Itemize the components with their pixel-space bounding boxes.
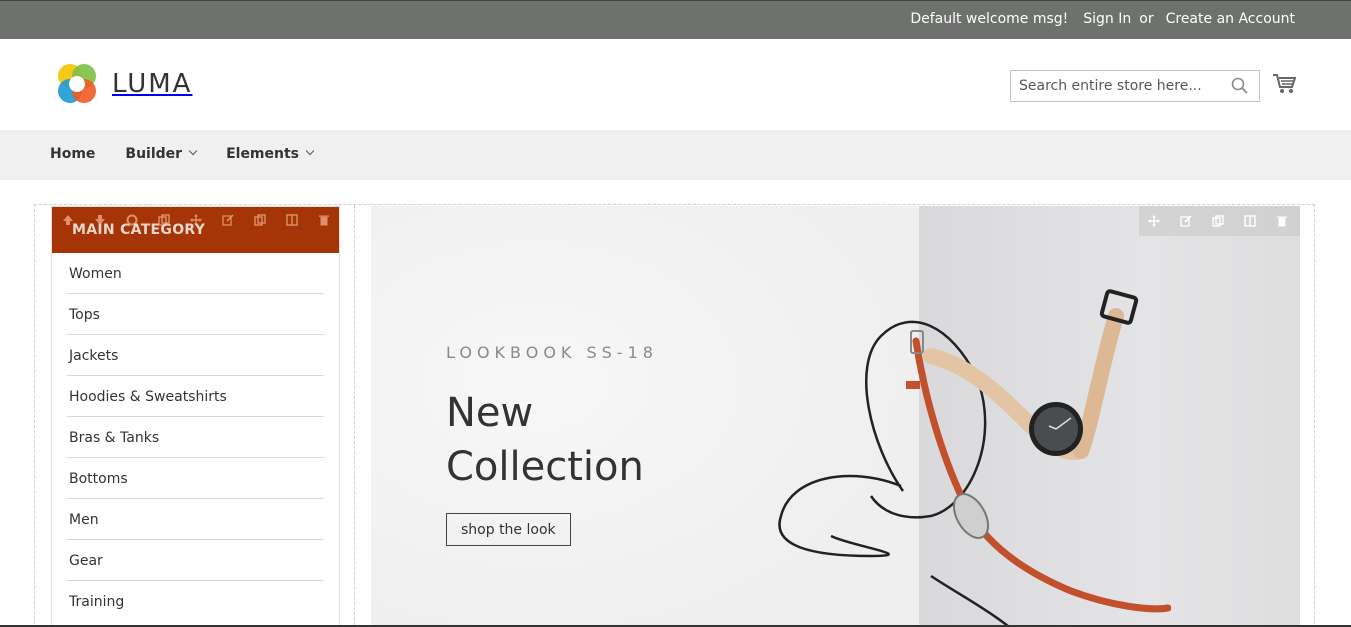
main-navigation: Home Builder Elements [0,130,1351,180]
search-icon[interactable] [1231,77,1249,99]
category-item-bras-tanks[interactable]: Bras & Tanks [67,417,324,458]
edit-icon[interactable] [217,211,239,229]
sidebar-title: MAIN CATEGORY [72,222,206,238]
columns-icon[interactable] [1239,212,1261,230]
category-sidebar: MAIN CATEGORY Women Tops Jackets Hoodies… [51,206,340,627]
category-item-tops[interactable]: Tops [67,294,324,335]
page-header: LUMA [0,39,1351,130]
shop-the-look-button[interactable]: shop the look [446,513,571,546]
category-item-gear[interactable]: Gear [67,540,324,581]
banner-kicker: LOOKBOOK SS-18 [446,343,658,362]
welcome-message: Default welcome msg! [910,11,1069,27]
nav-item-label: Elements [226,146,300,162]
copy-icon[interactable] [1207,212,1229,230]
copy-icon[interactable] [249,211,271,229]
category-item-jackets[interactable]: Jackets [67,335,324,376]
columns-icon[interactable] [281,211,303,229]
builder-column-left: MAIN CATEGORY Women Tops Jackets Hoodies… [35,205,355,627]
delete-icon[interactable] [1271,212,1293,230]
move-icon[interactable] [1143,212,1165,230]
chevron-down-icon [188,146,198,156]
hero-banner: LOOKBOOK SS-18 New Collection shop the l… [371,206,1300,627]
sign-in-link[interactable]: Sign In [1083,11,1131,27]
nav-item-elements[interactable]: Elements [226,146,315,162]
header-links: Default welcome msg! Sign In or Create a… [910,11,1295,27]
category-list: Women Tops Jackets Hoodies & Sweatshirts… [52,253,339,622]
search-input[interactable] [1011,71,1221,101]
luma-logo-icon [58,64,96,103]
nav-item-home[interactable]: Home [50,146,95,162]
category-item-hoodies[interactable]: Hoodies & Sweatshirts [67,376,324,417]
banner-element-toolbar [1139,206,1300,236]
watch-product-image [778,289,1171,627]
sidebar-header: MAIN CATEGORY [52,207,339,253]
create-account-link[interactable]: Create an Account [1166,11,1295,27]
chevron-down-icon [305,146,315,156]
headline-line-1: New [446,390,534,436]
or-separator: or [1139,11,1154,27]
nav-item-label: Home [50,146,96,162]
delete-icon[interactable] [313,211,335,229]
builder-row: MAIN CATEGORY Women Tops Jackets Hoodies… [34,204,1315,627]
category-item-bottoms[interactable]: Bottoms [67,458,324,499]
banner-headline: New Collection [446,386,644,494]
category-item-training[interactable]: Training [67,581,324,622]
store-logo[interactable]: LUMA [54,61,192,107]
edit-icon[interactable] [1175,212,1197,230]
nav-item-label: Builder [125,146,183,162]
cart-icon[interactable] [1272,73,1297,99]
category-item-women[interactable]: Women [67,253,324,294]
headline-line-2: Collection [446,444,644,490]
search-box [1010,70,1260,102]
category-item-men[interactable]: Men [67,499,324,540]
nav-item-builder[interactable]: Builder [125,146,198,162]
brand-name: LUMA [112,69,193,99]
top-bar: Default welcome msg! Sign In or Create a… [0,0,1351,39]
